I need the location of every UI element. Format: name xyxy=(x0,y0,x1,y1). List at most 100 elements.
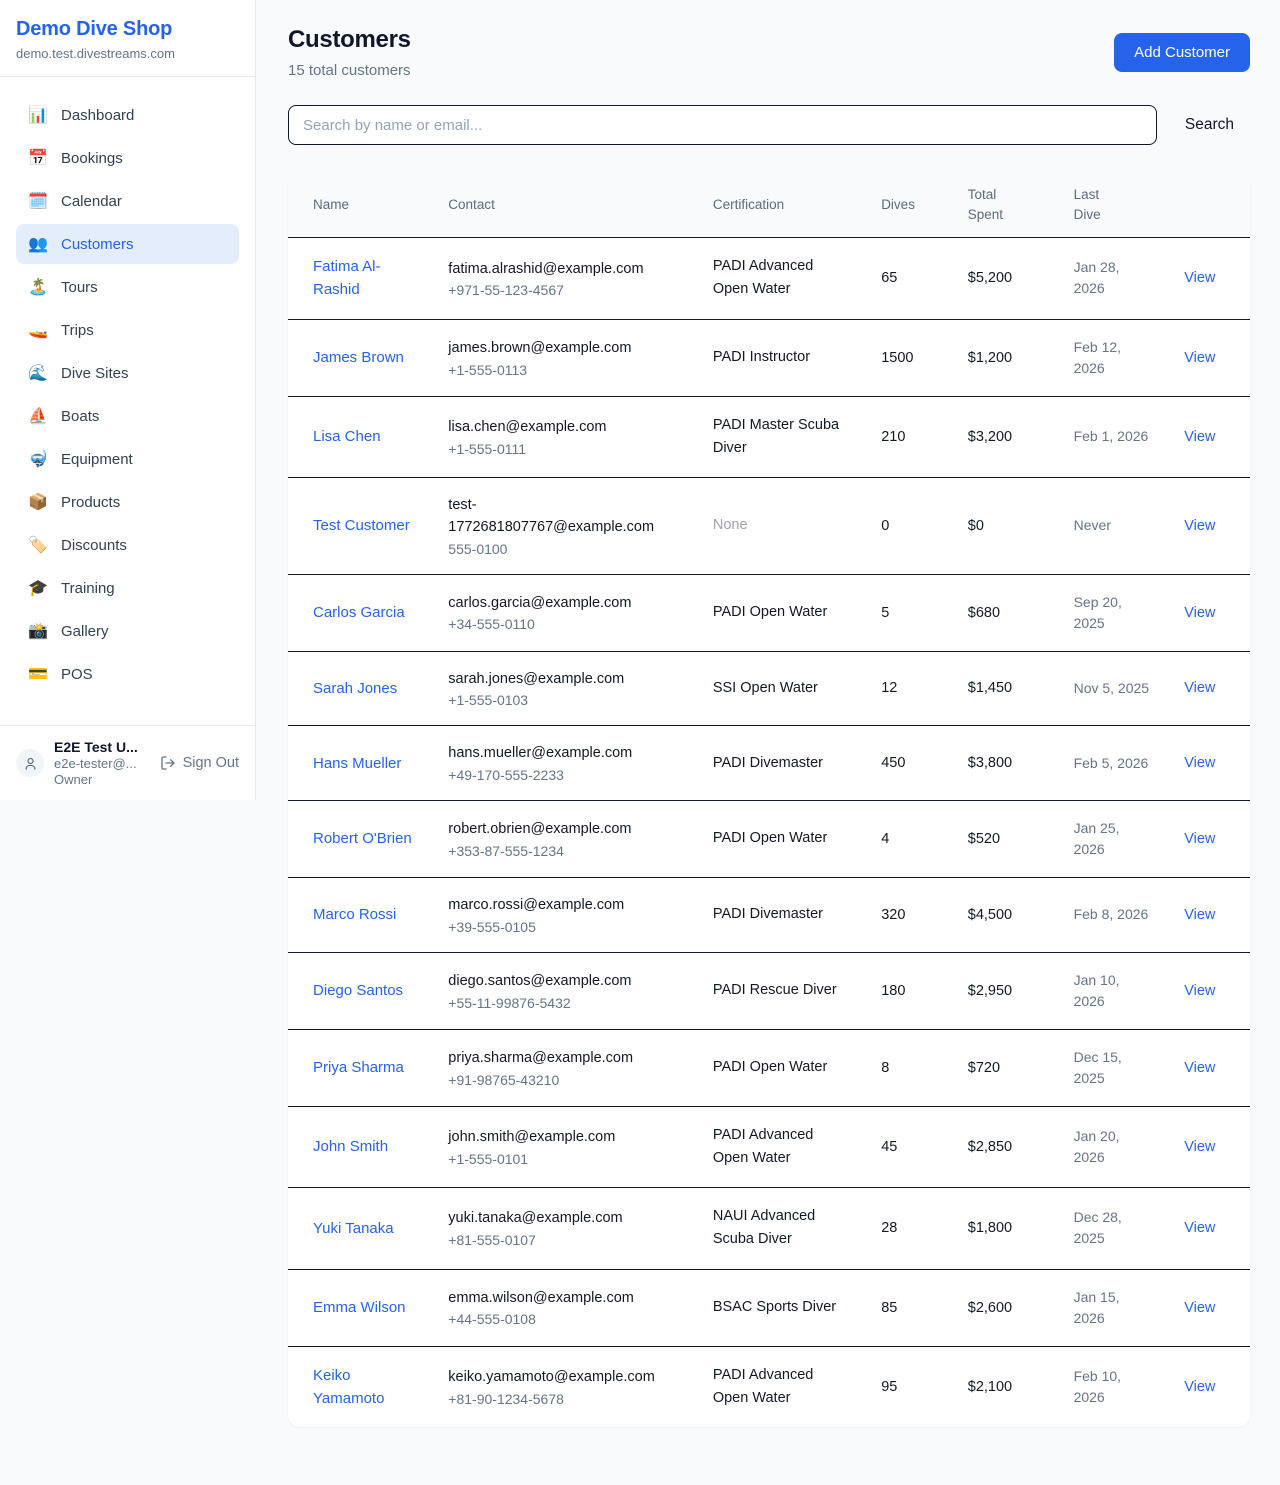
sidebar-item-trips[interactable]: 🚤 Trips xyxy=(16,310,239,350)
customer-email: john.smith@example.com xyxy=(448,1127,681,1149)
sign-out-button[interactable]: Sign Out xyxy=(160,755,239,771)
customer-name-link[interactable]: Robert O'Brien xyxy=(313,827,412,850)
total-spent: $3,800 xyxy=(968,755,1012,771)
table-row: Sarah Jones sarah.jones@example.com +1-5… xyxy=(288,651,1250,726)
search-input[interactable] xyxy=(288,105,1157,145)
customer-phone: +55-11-99876-5432 xyxy=(448,995,681,1011)
total-spent: $3,200 xyxy=(968,429,1012,445)
sidebar-item-calendar[interactable]: 🗓️ Calendar xyxy=(16,181,239,221)
last-dive-date: Jan 25, 2026 xyxy=(1074,818,1153,860)
column-header-last-dive: Last Dive xyxy=(1058,172,1169,238)
table-row: Emma Wilson emma.wilson@example.com +44-… xyxy=(288,1269,1250,1346)
view-link[interactable]: View xyxy=(1184,831,1215,847)
total-spent: $2,950 xyxy=(968,983,1012,999)
column-header-certification: Certification xyxy=(697,172,865,238)
sidebar-item-label: Tours xyxy=(61,279,98,296)
sidebar-item-label: Equipment xyxy=(61,451,133,468)
table-row: Keiko Yamamoto keiko.yamamoto@example.co… xyxy=(288,1346,1250,1427)
view-link[interactable]: View xyxy=(1184,1220,1215,1236)
dashboard-icon: 📊 xyxy=(28,105,48,125)
sidebar-item-customers[interactable]: 👥 Customers xyxy=(16,224,239,264)
user-icon xyxy=(23,756,38,771)
view-link[interactable]: View xyxy=(1184,755,1215,771)
certification: PADI Open Water xyxy=(713,827,849,850)
view-link[interactable]: View xyxy=(1184,680,1215,696)
sidebar-item-pos[interactable]: 💳 POS xyxy=(16,654,239,694)
customer-name-link[interactable]: Sarah Jones xyxy=(313,677,397,700)
add-customer-button[interactable]: Add Customer xyxy=(1114,33,1250,72)
customer-name-link[interactable]: James Brown xyxy=(313,346,404,369)
sidebar-item-label: Bookings xyxy=(61,150,123,167)
total-spent: $0 xyxy=(968,518,984,534)
view-link[interactable]: View xyxy=(1184,1300,1215,1316)
products-icon: 📦 xyxy=(28,492,48,512)
customers-icon: 👥 xyxy=(28,234,48,254)
view-link[interactable]: View xyxy=(1184,350,1215,366)
customer-name-link[interactable]: Hans Mueller xyxy=(313,752,401,775)
table-header: Name Contact Certification Dives Total S… xyxy=(288,172,1250,238)
customer-name-link[interactable]: Keiko Yamamoto xyxy=(313,1364,416,1411)
last-dive-date: Nov 5, 2025 xyxy=(1074,678,1153,699)
tours-icon: 🏝️ xyxy=(28,277,48,297)
customer-name-link[interactable]: John Smith xyxy=(313,1135,388,1158)
customer-name-link[interactable]: Fatima Al-Rashid xyxy=(313,255,416,302)
view-link[interactable]: View xyxy=(1184,518,1215,534)
certification: PADI Instructor xyxy=(713,346,849,369)
total-spent: $720 xyxy=(968,1060,1000,1076)
title-block: Customers 15 total customers xyxy=(288,26,411,79)
customer-name-link[interactable]: Lisa Chen xyxy=(313,425,381,448)
sidebar-item-dashboard[interactable]: 📊 Dashboard xyxy=(16,95,239,135)
table-row: Test Customer test-1772681807767@example… xyxy=(288,478,1250,575)
gallery-icon: 📸 xyxy=(28,621,48,641)
sidebar-item-gallery[interactable]: 📸 Gallery xyxy=(16,611,239,651)
view-link[interactable]: View xyxy=(1184,429,1215,445)
sidebar-item-products[interactable]: 📦 Products xyxy=(16,482,239,522)
total-spent: $1,800 xyxy=(968,1220,1012,1236)
customer-name-link[interactable]: Test Customer xyxy=(313,514,410,537)
certification: PADI Rescue Diver xyxy=(713,979,849,1002)
view-link[interactable]: View xyxy=(1184,270,1215,286)
last-dive-date: Dec 28, 2025 xyxy=(1074,1207,1153,1249)
dives-count: 1500 xyxy=(881,350,913,366)
sidebar-item-discounts[interactable]: 🏷️ Discounts xyxy=(16,525,239,565)
table-row: Yuki Tanaka yuki.tanaka@example.com +81-… xyxy=(288,1188,1250,1269)
last-dive-date: Feb 12, 2026 xyxy=(1074,337,1153,379)
view-link[interactable]: View xyxy=(1184,1060,1215,1076)
customer-name-link[interactable]: Yuki Tanaka xyxy=(313,1217,394,1240)
customer-name-link[interactable]: Diego Santos xyxy=(313,979,403,1002)
view-link[interactable]: View xyxy=(1184,1139,1215,1155)
customer-phone: +81-90-1234-5678 xyxy=(448,1391,681,1407)
dive-sites-icon: 🌊 xyxy=(28,363,48,383)
sidebar-item-boats[interactable]: ⛵ Boats xyxy=(16,396,239,436)
customer-name-link[interactable]: Emma Wilson xyxy=(313,1296,406,1319)
view-link[interactable]: View xyxy=(1184,605,1215,621)
view-link[interactable]: View xyxy=(1184,1379,1215,1395)
sidebar-item-dive-sites[interactable]: 🌊 Dive Sites xyxy=(16,353,239,393)
dives-count: 0 xyxy=(881,518,889,534)
table-row: Hans Mueller hans.mueller@example.com +4… xyxy=(288,726,1250,801)
sidebar-item-equipment[interactable]: 🤿 Equipment xyxy=(16,439,239,479)
sidebar-item-training[interactable]: 🎓 Training xyxy=(16,568,239,608)
customer-name-link[interactable]: Marco Rossi xyxy=(313,903,396,926)
sidebar-item-label: Boats xyxy=(61,408,99,425)
sidebar-item-bookings[interactable]: 📅 Bookings xyxy=(16,138,239,178)
sidebar-item-label: Dive Sites xyxy=(61,365,129,382)
brand-title[interactable]: Demo Dive Shop xyxy=(16,18,239,41)
last-dive-date: Jan 10, 2026 xyxy=(1074,970,1153,1012)
customer-email: diego.santos@example.com xyxy=(448,971,681,993)
search-button[interactable]: Search xyxy=(1185,116,1234,134)
customer-email: robert.obrien@example.com xyxy=(448,819,681,841)
dives-count: 95 xyxy=(881,1379,897,1395)
view-link[interactable]: View xyxy=(1184,907,1215,923)
column-header-name: Name xyxy=(288,172,432,238)
customer-name-link[interactable]: Priya Sharma xyxy=(313,1056,404,1079)
sidebar-item-tours[interactable]: 🏝️ Tours xyxy=(16,267,239,307)
table-row: Fatima Al-Rashid fatima.alrashid@example… xyxy=(288,238,1250,320)
customers-table-card: Name Contact Certification Dives Total S… xyxy=(288,172,1250,1427)
sidebar-item-label: Trips xyxy=(61,322,94,339)
certification: PADI Divemaster xyxy=(713,752,849,775)
customer-name-link[interactable]: Carlos Garcia xyxy=(313,601,405,624)
avatar xyxy=(16,749,44,777)
total-spent: $4,500 xyxy=(968,907,1012,923)
view-link[interactable]: View xyxy=(1184,983,1215,999)
